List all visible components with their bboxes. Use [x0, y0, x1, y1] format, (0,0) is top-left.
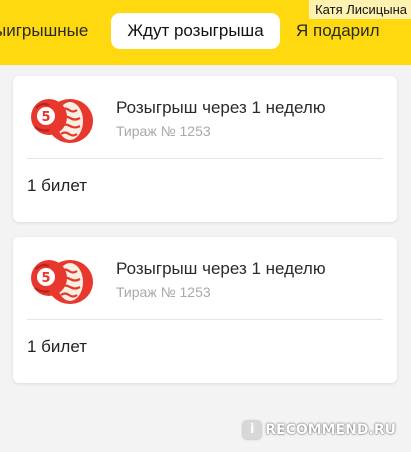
card-divider — [27, 319, 383, 320]
ball-number: 5 — [41, 110, 50, 125]
watermark: i RECOMMEND.RU — [243, 417, 396, 443]
tab-winning[interactable]: ыигрышные — [0, 13, 88, 49]
ticket-count-text: 1 билет — [27, 337, 88, 356]
watermark-logo-icon: i — [243, 421, 262, 439]
ticket-count-text: 1 билет — [27, 176, 88, 195]
watermark-text: RECOMMEND.RU — [265, 422, 396, 438]
tab-awaiting-draw[interactable]: Ждут розыгрыша — [111, 13, 280, 49]
lottery-balls-icon: 5 — [31, 260, 93, 304]
user-name-label: Катя Лисицына — [309, 0, 411, 19]
draw-number-text: Тираж № 1253 — [116, 123, 211, 139]
ticket-card[interactable]: 5 Розыгрыш через 1 неделю Тираж № 1253 1… — [13, 76, 397, 222]
draw-number-text: Тираж № 1253 — [116, 284, 211, 300]
card-divider — [27, 158, 383, 159]
draw-time-text: Розыгрыш через 1 неделю — [116, 259, 326, 278]
lottery-balls-icon: 5 — [31, 99, 93, 143]
ball-number: 5 — [41, 271, 50, 286]
draw-time-text: Розыгрыш через 1 неделю — [116, 98, 326, 117]
ticket-card[interactable]: 5 Розыгрыш через 1 неделю Тираж № 1253 1… — [13, 237, 397, 383]
